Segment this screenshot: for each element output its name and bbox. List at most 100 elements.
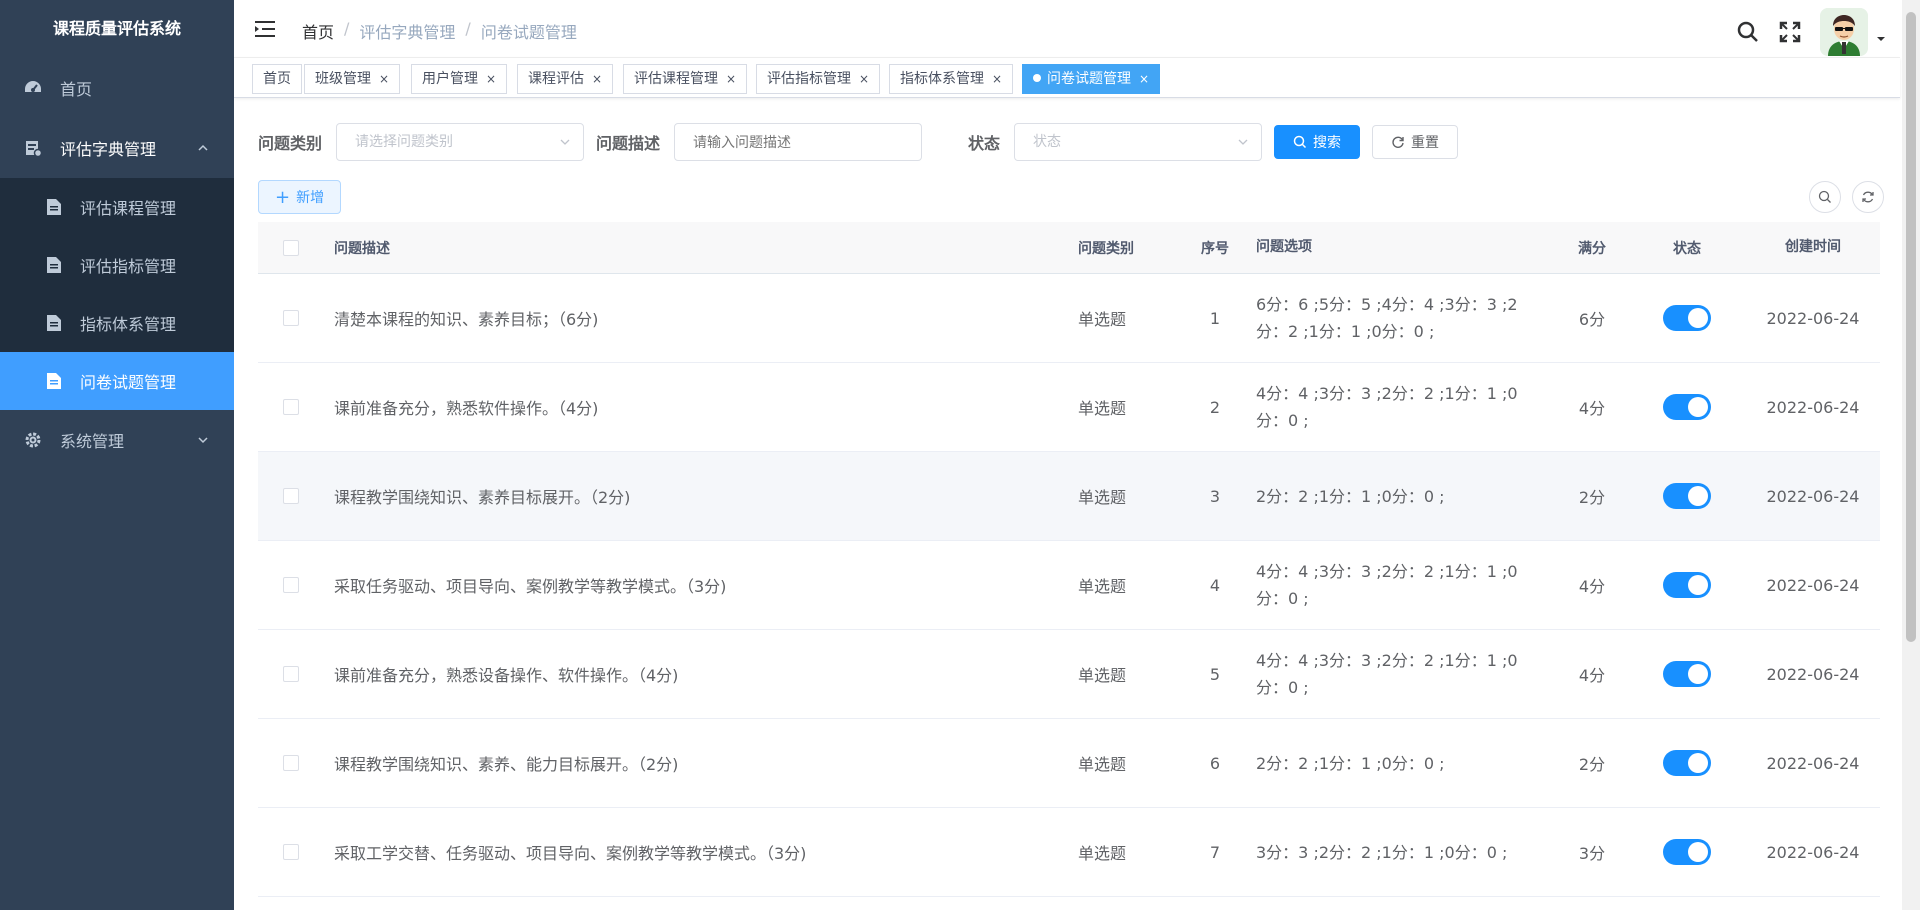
table-row[interactable]: 采取工学交替、任务驱动、项目导向、案例教学等教学模式。（3分) 单选题 7 3分：3 …: [258, 808, 1880, 897]
question-options: 2分：2 ;1分：1 ;0分：0 ;: [1256, 753, 1445, 773]
scroll-thumb[interactable]: [1906, 12, 1916, 642]
search-icon[interactable]: [1736, 20, 1760, 44]
breadcrumb: 首页 / 评估字典管理 / 问卷试题管理: [302, 19, 577, 43]
main-content: 问题类别 请选择问题类别 问题描述 状态 状态 搜索 重置 + 新增: [234, 98, 1900, 910]
table-header: 问题描述 问题类别 序号 问题选项 满分 状态 创建时间: [258, 222, 1880, 274]
close-icon[interactable]: ×: [592, 72, 602, 86]
question-full-score: 2分: [1578, 488, 1606, 507]
select-all-checkbox[interactable]: [283, 239, 299, 256]
document-icon: [46, 198, 62, 216]
navbar: 首页 / 评估字典管理 / 问卷试题管理: [234, 0, 1900, 58]
tag-eval-indicator-management[interactable]: 评估指标管理 ×: [756, 64, 881, 94]
breadcrumb-home[interactable]: 首页: [302, 19, 334, 43]
caret-down-icon[interactable]: [1876, 34, 1886, 44]
question-options: 4分：4 ;3分：3 ;2分：2 ;1分：1 ;0分：0 ;: [1256, 562, 1518, 608]
category-select[interactable]: 请选择问题类别: [336, 123, 585, 161]
question-full-score: 6分: [1578, 310, 1606, 329]
status-select[interactable]: 状态: [1014, 123, 1263, 161]
questions-table: 问题描述 问题类别 序号 问题选项 满分 状态 创建时间 清楚本课程的知识、素养…: [258, 222, 1880, 897]
close-icon[interactable]: ×: [379, 72, 389, 86]
created-time: 2022-06-24: [1766, 753, 1860, 773]
sidebar-item-label: 评估指标管理: [80, 257, 177, 276]
status-switch[interactable]: [1663, 750, 1711, 776]
close-icon[interactable]: ×: [859, 72, 869, 86]
avatar[interactable]: [1820, 8, 1868, 56]
row-checkbox[interactable]: [283, 577, 299, 593]
scrollbar[interactable]: [1902, 0, 1920, 910]
breadcrumb-current: 问卷试题管理: [480, 23, 577, 42]
sidebar-item-questionnaire[interactable]: 问卷试题管理: [0, 352, 234, 410]
table-body: 清楚本课程的知识、素养目标；（6分) 单选题 1 6分：6 ;5分：5 ;4分：4 ;…: [258, 274, 1880, 897]
tag-course-evaluation[interactable]: 课程评估 ×: [517, 64, 614, 94]
sidebar-item-dictionary[interactable]: 评估字典管理: [0, 118, 234, 178]
navbar-actions: [1736, 8, 1886, 56]
fullscreen-icon[interactable]: [1778, 20, 1802, 44]
row-checkbox[interactable]: [283, 310, 299, 326]
tag-eval-course-management[interactable]: 评估课程管理 ×: [623, 64, 748, 94]
close-icon[interactable]: ×: [726, 72, 736, 86]
sidebar-item-indicator-system[interactable]: 指标体系管理: [0, 294, 234, 352]
tags-view: 首页 班级管理 × 用户管理 × 课程评估 × 评估课程管理 × 评估指标管理 × 指标体…: [234, 58, 1900, 98]
question-desc: 课程教学围绕知识、素养、能力目标展开。（2分): [334, 755, 679, 774]
desc-label: 问题描述: [596, 134, 661, 153]
close-icon[interactable]: ×: [1139, 72, 1149, 86]
sidebar-item-home[interactable]: 首页: [0, 58, 234, 118]
table-row[interactable]: 课程教学围绕知识、素养目标展开。（2分) 单选题 3 2分：2 ;1分：1 ;0分：0…: [258, 452, 1880, 541]
tag-class-management[interactable]: 班级管理 ×: [304, 64, 401, 94]
reset-button[interactable]: 重置: [1372, 125, 1459, 159]
status-switch[interactable]: [1663, 661, 1711, 687]
breadcrumb-dictionary[interactable]: 评估字典管理: [359, 19, 455, 43]
question-type: 单选题: [1078, 488, 1127, 507]
row-checkbox[interactable]: [283, 399, 299, 415]
row-checkbox[interactable]: [283, 488, 299, 504]
status-switch[interactable]: [1663, 305, 1711, 331]
dashboard-icon: [24, 79, 42, 97]
refresh-icon: [1862, 191, 1874, 203]
column-header: 问题描述: [334, 240, 390, 257]
sidebar-item-label: 问卷试题管理: [80, 373, 177, 392]
status-switch[interactable]: [1663, 572, 1711, 598]
close-icon[interactable]: ×: [992, 72, 1002, 86]
created-time: 2022-06-24: [1766, 308, 1860, 328]
app-title: 课程质量评估系统: [52, 19, 181, 38]
table-row[interactable]: 清楚本课程的知识、素养目标；（6分) 单选题 1 6分：6 ;5分：5 ;4分：4 ;…: [258, 274, 1880, 363]
question-options: 6分：6 ;5分：5 ;4分：4 ;3分：3 ;2分：2 ;1分：1 ;0分：0…: [1256, 295, 1518, 341]
toggle-search-button[interactable]: [1809, 181, 1841, 213]
status-switch[interactable]: [1663, 394, 1711, 420]
tag-questionnaire-management[interactable]: 问卷试题管理 ×: [1022, 64, 1161, 94]
status-label: 状态: [968, 134, 1001, 153]
sidebar-item-indicator-management[interactable]: 评估指标管理: [0, 236, 234, 294]
table-row[interactable]: 采取任务驱动、项目导向、案例教学等教学模式。（3分) 单选题 4 4分：4 ;3分：3…: [258, 541, 1880, 630]
row-checkbox[interactable]: [283, 755, 299, 771]
question-seq: 2: [1209, 397, 1221, 417]
question-full-score: 3分: [1578, 844, 1606, 863]
document-icon: [46, 256, 62, 274]
table-row[interactable]: 课前准备充分，熟悉软件操作。（4分) 单选题 2 4分：4 ;3分：3 ;2分：2 ;…: [258, 363, 1880, 452]
chevron-up-icon: [198, 144, 208, 151]
add-button[interactable]: + 新增: [258, 180, 342, 214]
search-form: 问题类别 请选择问题类别 问题描述 状态 状态 搜索 重置: [258, 123, 1459, 161]
desc-input[interactable]: [674, 123, 923, 161]
sidebar-item-course-management[interactable]: 评估课程管理: [0, 178, 234, 236]
hamburger-icon[interactable]: [254, 18, 276, 40]
question-seq: 5: [1209, 664, 1221, 684]
question-desc: 清楚本课程的知识、素养目标；（6分): [334, 310, 599, 329]
table-row[interactable]: 课前准备充分，熟悉设备操作、软件操作。（4分) 单选题 5 4分：4 ;3分：3 ;2…: [258, 630, 1880, 719]
tag-user-management[interactable]: 用户管理 ×: [411, 64, 508, 94]
question-full-score: 2分: [1578, 755, 1606, 774]
search-button[interactable]: 搜索: [1274, 125, 1361, 159]
dictionary-icon: [24, 139, 42, 157]
status-switch[interactable]: [1663, 839, 1711, 865]
question-seq: 1: [1209, 308, 1221, 328]
row-checkbox[interactable]: [283, 666, 299, 682]
sidebar-item-system[interactable]: 系统管理: [0, 410, 234, 470]
row-checkbox[interactable]: [283, 844, 299, 860]
created-time: 2022-06-24: [1766, 575, 1860, 595]
close-icon[interactable]: ×: [486, 72, 496, 86]
refresh-button[interactable]: [1852, 181, 1884, 213]
tag-home[interactable]: 首页: [252, 64, 302, 94]
status-switch[interactable]: [1663, 483, 1711, 509]
table-row[interactable]: 课程教学围绕知识、素养、能力目标展开。（2分) 单选题 6 2分：2 ;1分：1 ;0…: [258, 719, 1880, 808]
sidebar-item-label: 评估课程管理: [80, 199, 177, 218]
tag-indicator-system-management[interactable]: 指标体系管理 ×: [889, 64, 1014, 94]
